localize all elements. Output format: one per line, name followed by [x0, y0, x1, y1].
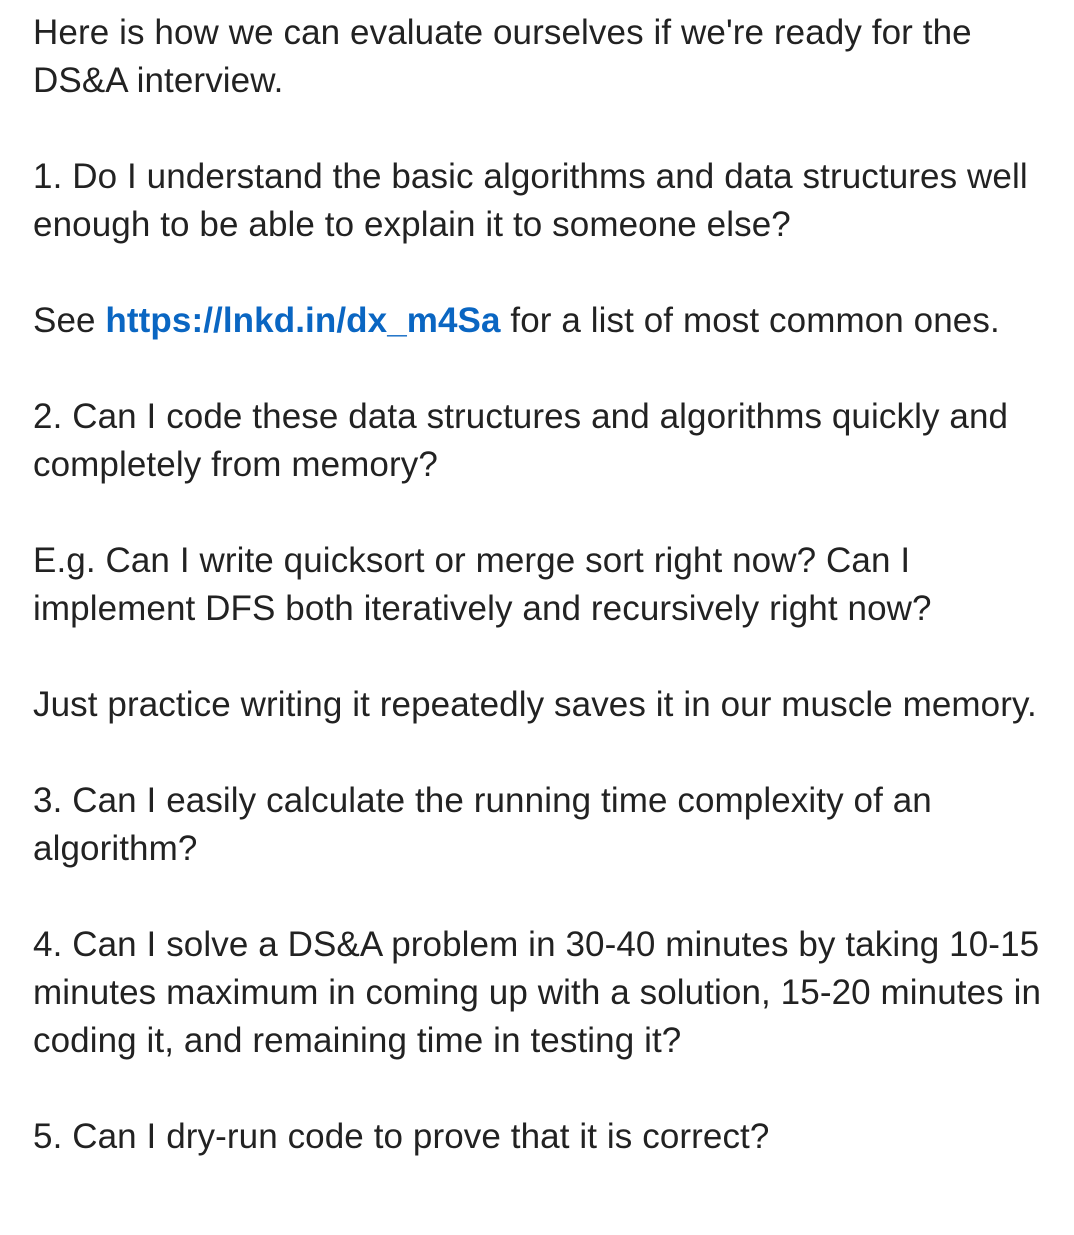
post-body: Here is how we can evaluate ourselves if…: [33, 9, 1063, 1161]
question-2: 2. Can I code these data structures and …: [33, 397, 1009, 484]
example-paragraph: E.g. Can I write quicksort or merge sort…: [33, 541, 932, 628]
see-prefix: See: [33, 301, 106, 340]
see-suffix: for a list of most common ones.: [500, 301, 1000, 340]
intro-paragraph: Here is how we can evaluate ourselves if…: [33, 13, 972, 100]
question-5: 5. Can I dry-run code to prove that it i…: [33, 1117, 770, 1156]
see-link-paragraph: See https://lnkd.in/dx_m4Sa for a list o…: [33, 297, 1063, 345]
question-1: 1. Do I understand the basic algorithms …: [33, 157, 1028, 244]
shortlink[interactable]: https://lnkd.in/dx_m4Sa: [105, 301, 500, 340]
practice-paragraph: Just practice writing it repeatedly save…: [33, 685, 1037, 724]
question-4: 4. Can I solve a DS&A problem in 30-40 m…: [33, 925, 1042, 1060]
question-3: 3. Can I easily calculate the running ti…: [33, 781, 932, 868]
